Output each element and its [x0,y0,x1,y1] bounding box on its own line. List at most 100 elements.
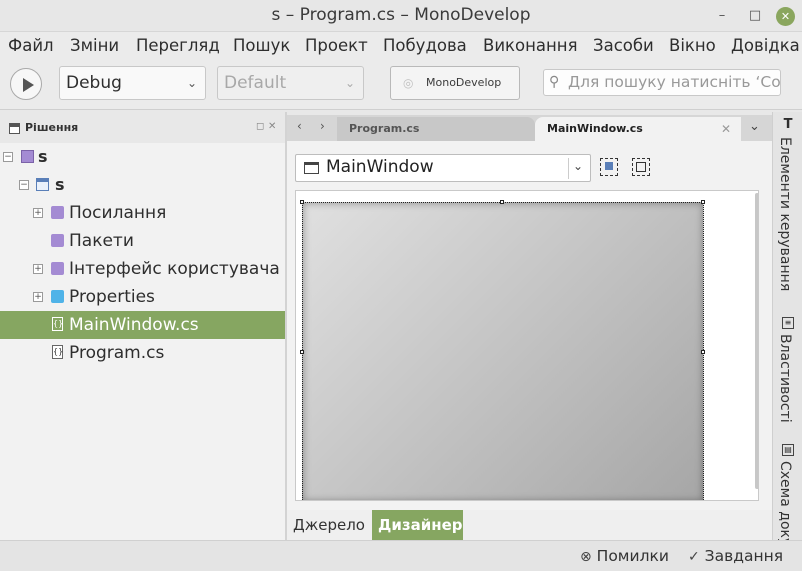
resize-handle[interactable] [300,200,304,204]
csharp-file-icon: {} [52,317,63,331]
menu-bar: Файл Зміни Перегляд Пошук Проект Побудов… [0,32,802,60]
pad-label: Елементи керування [777,137,793,292]
menu-edit[interactable]: Зміни [70,36,119,55]
tree-item[interactable]: + Properties [0,283,285,311]
pad-close-icon[interactable]: ✕ [268,121,276,132]
toolbox-pad-tab[interactable]: T Елементи керування [777,117,799,292]
errors-button[interactable]: ⊗ Помилки [580,547,669,565]
csharp-file-icon: {} [52,345,63,359]
status-area[interactable]: ◎ MonoDevelop [390,66,520,100]
menu-window[interactable]: Вікно [669,36,716,55]
tree-item[interactable]: Пакети [0,227,285,255]
expand-icon[interactable]: + [33,292,43,302]
collapse-icon[interactable]: − [3,152,13,162]
icon-fill [636,162,646,172]
tasks-button[interactable]: ✓ Завдання [688,547,783,565]
configuration-value: Debug [66,73,122,93]
chevron-left-icon[interactable]: ‹ [297,119,302,133]
configuration-select[interactable]: Debug ⌄ [59,66,206,100]
menu-project[interactable]: Проект [305,36,368,55]
solution-icon [21,150,34,163]
chevron-right-icon[interactable]: › [320,119,325,133]
menu-file[interactable]: Файл [8,36,54,55]
tree-item[interactable]: {} Program.cs [0,339,285,367]
menu-search[interactable]: Пошук [233,36,290,55]
main-toolbar: Debug ⌄ Default ⌄ ◎ MonoDevelop ⚲ Для по… [0,60,802,110]
expand-icon[interactable]: + [33,264,43,274]
tree-item[interactable]: − s [0,171,285,199]
tree-item-label: s [38,147,48,166]
chevron-down-icon: ⌄ [344,76,355,90]
properties-icon: ≡ [782,317,794,329]
document-tab-bar: ‹ › Program.cs MainWindow.cs ✕ ⌄ [287,115,772,141]
properties-pad-tab[interactable]: ≡ Властивості [777,317,799,423]
packages-folder-icon [51,234,64,247]
select-widget-icon[interactable] [632,158,650,176]
resize-handle[interactable] [701,200,705,204]
minimize-button[interactable]: – [713,7,731,25]
right-dock: T Елементи керування ≡ Властивості ▤ Схе… [772,112,802,571]
solution-pad-header: Рішення ◻ ✕ [0,116,285,141]
widget-selector-value: MainWindow [326,157,434,177]
menu-run[interactable]: Виконання [483,36,578,55]
tree-item-label: Program.cs [69,343,165,363]
designer-editor: MainWindow ⌄ Джерело Дизайнер [287,141,772,540]
view-tabs: Джерело Дизайнер [287,510,772,540]
outline-icon: ▤ [782,444,794,456]
resize-handle[interactable] [300,350,304,354]
resize-handle[interactable] [500,200,504,204]
check-icon: ✓ [688,549,700,565]
toolbox-icon: T [783,117,793,132]
references-folder-icon [51,206,64,219]
tree-item[interactable]: − s [0,143,285,171]
search-icon: ⚲ [549,74,560,90]
design-surface[interactable] [295,190,759,501]
menu-view[interactable]: Перегляд [136,36,220,55]
solution-pad-title: Рішення [25,121,79,134]
search-input[interactable]: ⚲ Для пошуку натисніть ‘Control+,’ [543,69,781,96]
status-text: MonoDevelop [426,76,502,89]
platform-value: Default [224,73,287,93]
menu-help[interactable]: Довідка [731,36,800,55]
tab-designer[interactable]: Дизайнер [372,510,463,540]
tab-mainwindow-cs[interactable]: MainWindow.cs ✕ [535,117,741,141]
tab-source[interactable]: Джерело [287,510,371,540]
tree-item-selected[interactable]: {} MainWindow.cs [0,311,285,339]
tab-label: MainWindow.cs [547,122,643,135]
tree-item-label: Посилання [69,203,167,223]
menu-tools[interactable]: Засоби [593,36,654,55]
pad-dock-icon[interactable]: ◻ [256,121,264,132]
menu-build[interactable]: Побудова [383,36,467,55]
error-icon: ⊗ [580,549,592,565]
run-button[interactable] [10,68,42,100]
resize-handle[interactable] [701,350,705,354]
chevron-down-icon: ⌄ [573,159,584,173]
tasks-label: Завдання [704,547,784,565]
chevron-down-icon: ⌄ [186,76,197,90]
tree-item[interactable]: + Посилання [0,199,285,227]
tab-program-cs[interactable]: Program.cs [337,117,535,141]
expand-icon[interactable]: + [33,208,43,218]
tree-item-label: s [55,175,65,194]
maximize-button[interactable]: □ [746,7,764,25]
mainwindow-widget[interactable] [302,202,704,500]
vertical-scrollbar[interactable] [755,193,758,489]
tab-label: Program.cs [349,122,420,135]
pad-label: Властивості [777,334,793,423]
close-tab-icon[interactable]: ✕ [721,117,731,141]
tree-item-label: MainWindow.cs [69,315,199,335]
folder-icon [51,290,64,303]
collapse-icon[interactable]: − [19,180,29,190]
tree-item[interactable]: + Інтерфейс користувача [0,255,285,283]
select-parent-icon[interactable] [600,158,618,176]
status-bar: ⊗ Помилки ✓ Завдання [0,540,802,571]
platform-select: Default ⌄ [217,66,364,100]
title-bar: s – Program.cs – MonoDevelop – □ ✕ [0,0,802,32]
search-placeholder: Для пошуку натисніть ‘Control+,’ [568,73,781,91]
tree-item-label: Інтерфейс користувача [69,259,280,279]
solution-pad-icon [9,123,20,134]
icon-fill [605,162,613,170]
tab-list-chevron-icon[interactable]: ⌄ [749,119,760,134]
close-window-button[interactable]: ✕ [776,7,795,26]
widget-selector[interactable]: MainWindow ⌄ [295,154,591,182]
